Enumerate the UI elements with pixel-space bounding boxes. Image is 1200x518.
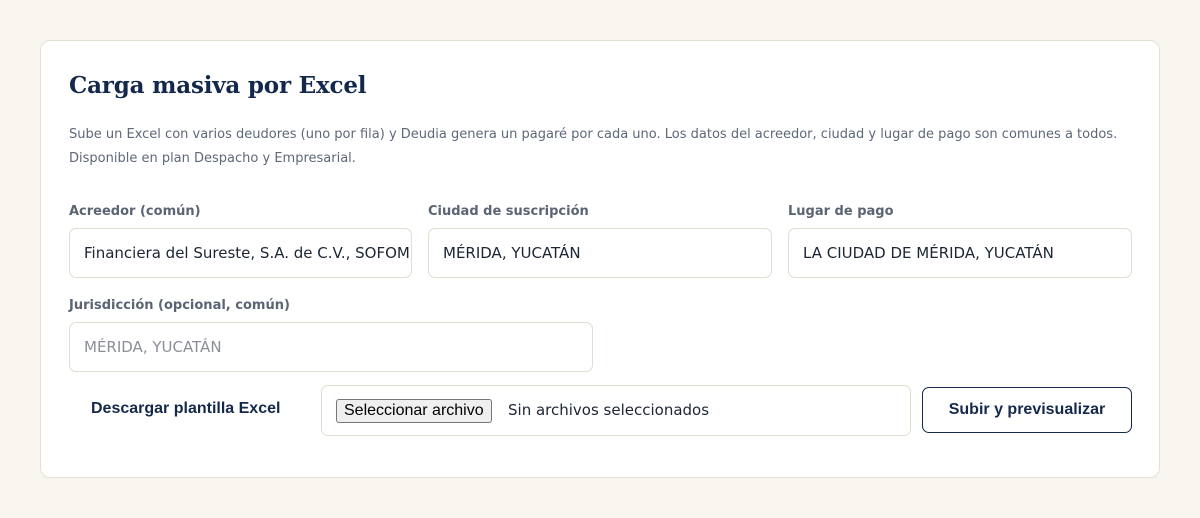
download-template-button[interactable]: Descargar plantilla Excel xyxy=(91,400,280,418)
acreedor-label: Acreedor (común) xyxy=(69,204,201,219)
ciudad-input[interactable]: MÉRIDA, YUCATÁN xyxy=(428,228,772,278)
bulk-upload-card: Carga masiva por Excel Sube un Excel con… xyxy=(40,40,1160,478)
acreedor-input[interactable]: Financiera del Sureste, S.A. de C.V., SO… xyxy=(69,228,412,278)
ciudad-label: Ciudad de suscripción xyxy=(428,204,589,219)
file-status-text: Sin archivos seleccionados xyxy=(508,401,710,419)
section-title: Carga masiva por Excel xyxy=(69,72,367,99)
lugar-pago-label: Lugar de pago xyxy=(788,204,894,219)
upload-preview-button[interactable]: Subir y previsualizar xyxy=(922,387,1132,433)
jurisdiccion-label: Jurisdicción (opcional, común) xyxy=(69,298,290,313)
file-upload-field[interactable]: Seleccionar archivo Sin archivos selecci… xyxy=(321,385,911,436)
jurisdiccion-input[interactable]: MÉRIDA, YUCATÁN xyxy=(69,322,593,372)
lugar-pago-input[interactable]: LA CIUDAD DE MÉRIDA, YUCATÁN xyxy=(788,228,1132,278)
section-description: Sube un Excel con varios deudores (uno p… xyxy=(69,127,1118,166)
select-file-button[interactable]: Seleccionar archivo xyxy=(336,399,492,423)
